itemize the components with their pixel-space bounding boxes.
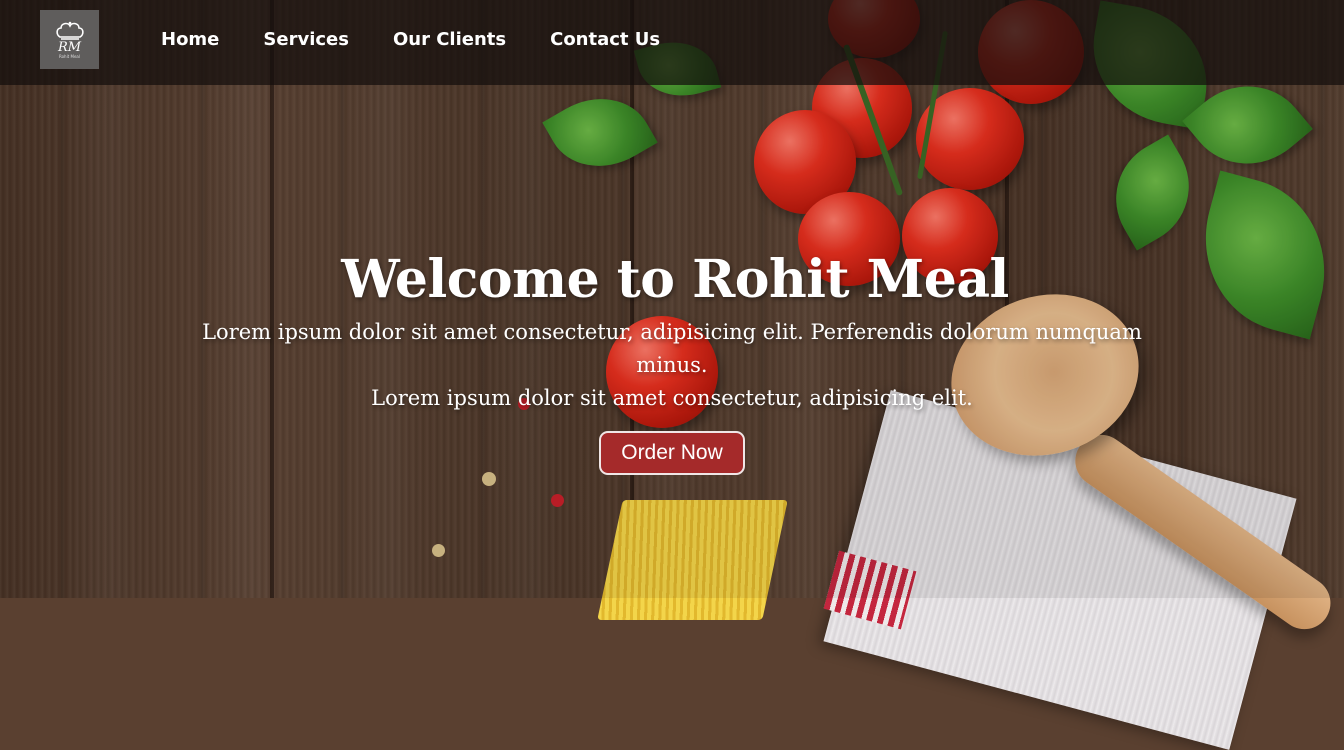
nav-link-contact-us[interactable]: Contact Us [550,29,660,51]
hero-description-line-2: Lorem ipsum dolor sit amet consectetur, … [371,386,973,410]
logo-initials: RM [57,39,82,55]
nav-link-our-clients[interactable]: Our Clients [393,29,506,51]
hero-title: Welcome to Rohit Meal [341,249,1009,310]
logo-tagline: Rohit Meal [58,53,80,59]
main-nav: Home Services Our Clients Contact Us [161,29,704,51]
hero-section: Welcome to Rohit Meal Lorem ipsum dolor … [0,244,1344,475]
navbar: RM Rohit Meal Home Services Our Clients … [0,0,1344,85]
chef-hat-icon [55,21,84,40]
nav-link-services[interactable]: Services [263,29,349,51]
order-now-button[interactable]: Order Now [599,431,745,475]
nav-link-home[interactable]: Home [161,29,219,51]
hero-description-line-1: Lorem ipsum dolor sit amet consectetur, … [202,320,1142,377]
logo[interactable]: RM Rohit Meal [40,10,99,69]
